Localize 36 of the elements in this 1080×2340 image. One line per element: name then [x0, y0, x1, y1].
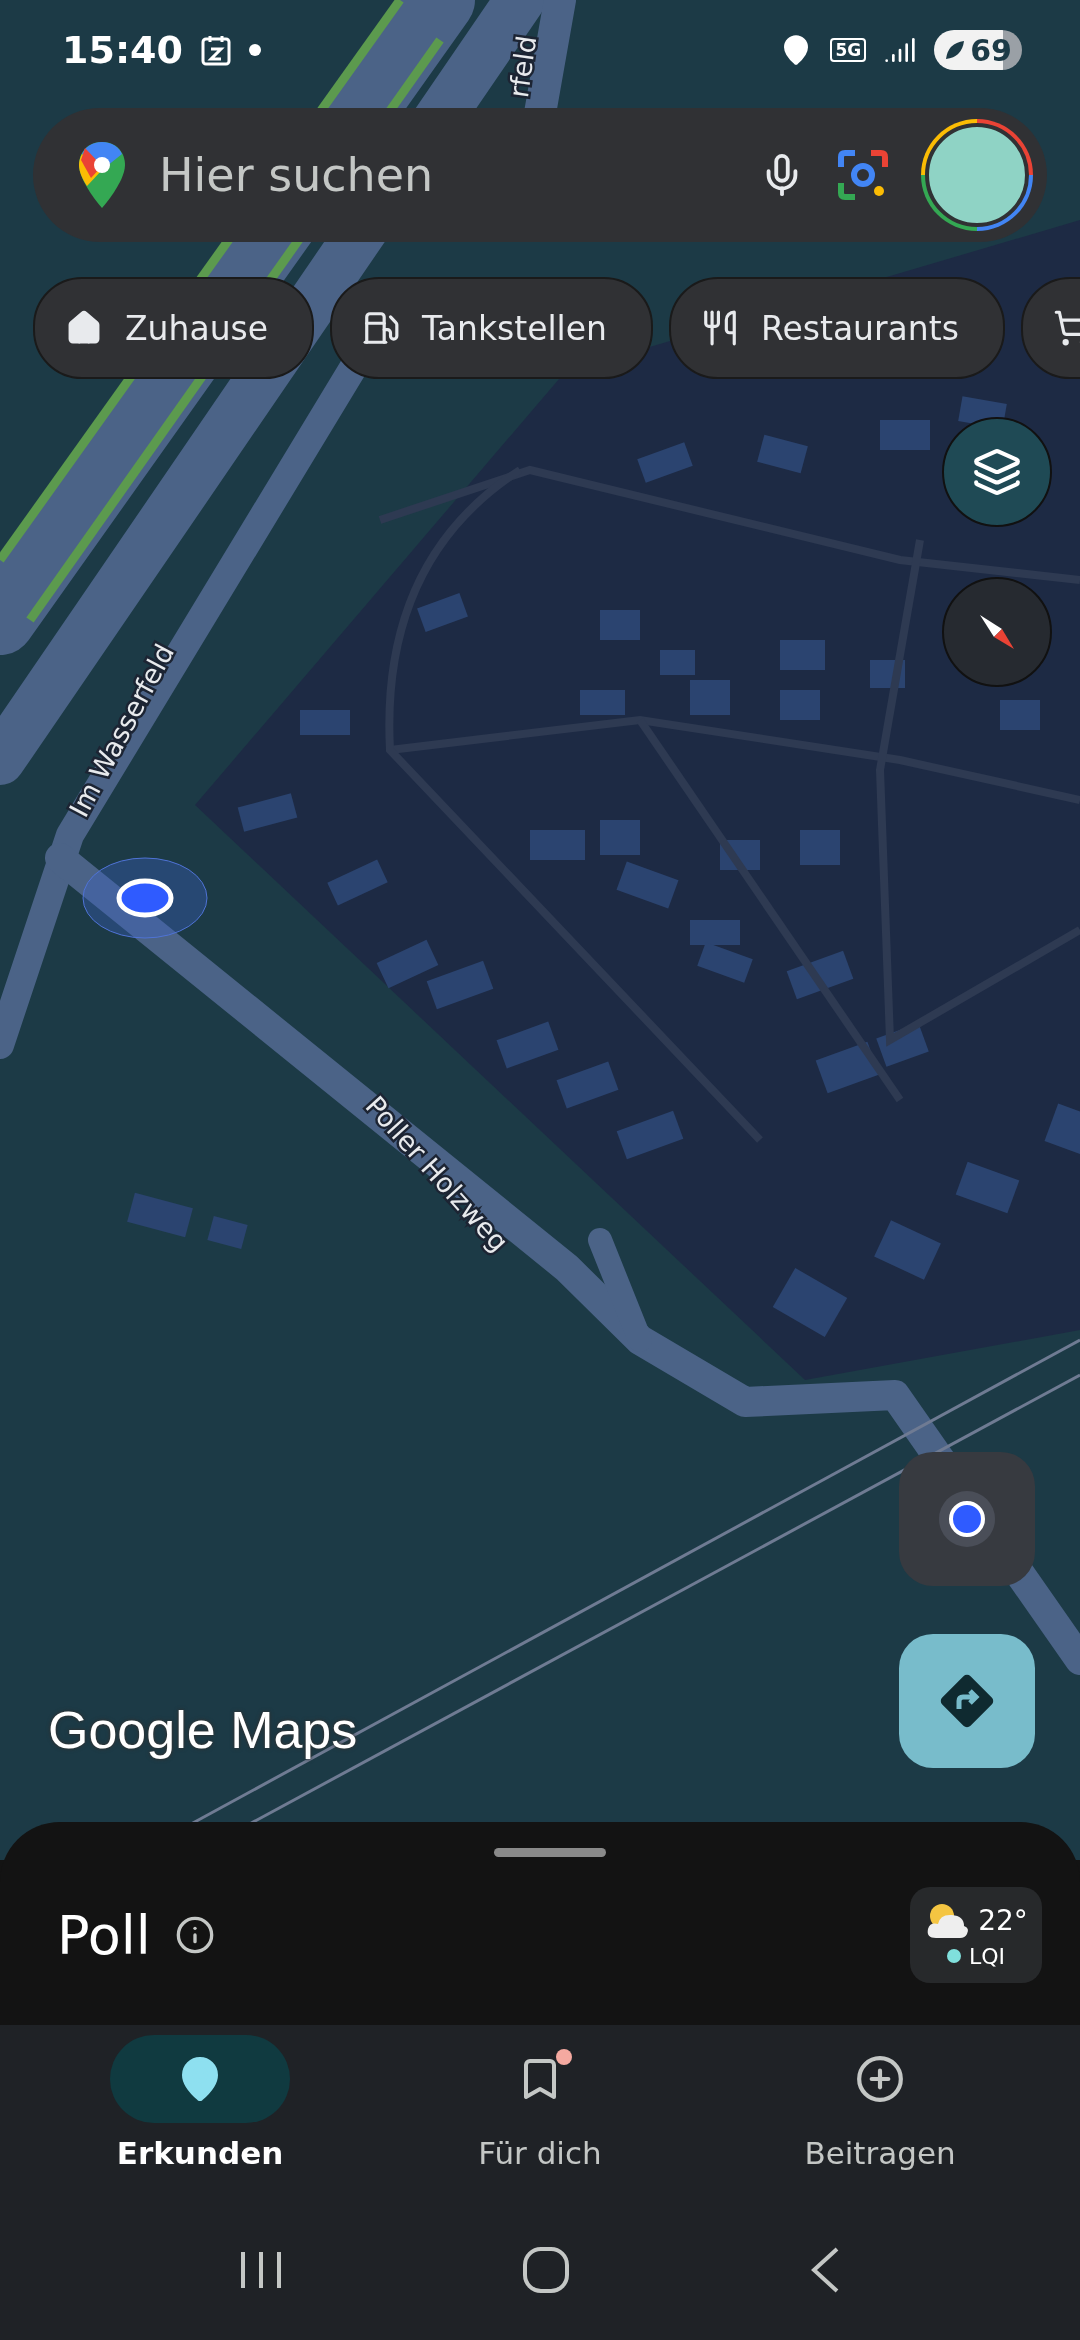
my-location-button[interactable]	[899, 1452, 1035, 1586]
dot-icon	[248, 44, 261, 56]
status-time: 15:40	[62, 28, 183, 72]
plus-circle-icon	[855, 2054, 905, 2104]
location-dot-icon	[82, 857, 208, 939]
network-type: 5G	[830, 38, 867, 62]
air-quality-label: LQI	[968, 1943, 1006, 1969]
battery-indicator: 69	[934, 30, 1022, 70]
air-quality-dot	[946, 1949, 961, 1963]
nav-label[interactable]: Beitragen	[804, 2135, 956, 2171]
camera-lens-icon[interactable]	[835, 147, 891, 203]
nav-label[interactable]: Erkunden	[116, 2135, 284, 2171]
recent-apps-icon[interactable]	[239, 2250, 284, 2290]
search-bar[interactable]: Hier suchen	[33, 108, 1047, 242]
map-logo: Google Maps	[48, 1700, 358, 1760]
search-field[interactable]: Hier suchen	[157, 147, 729, 203]
weather-card[interactable]: 22° LQI	[910, 1887, 1042, 1983]
home-button-icon[interactable]	[522, 2246, 570, 2294]
leaf-icon	[944, 39, 967, 61]
street-label: rfeld	[502, 33, 543, 100]
drag-handle[interactable]	[493, 1848, 606, 1857]
category-chip[interactable]: Tankstellen	[330, 277, 653, 379]
cart-icon	[1052, 309, 1080, 347]
fuel-pump-icon	[362, 309, 401, 347]
category-chip[interactable]: Restaurants	[669, 277, 1005, 379]
nav-label[interactable]: Für dich	[478, 2135, 602, 2171]
map-pin-logo-icon	[77, 140, 127, 210]
layers-icon	[972, 447, 1022, 497]
fork-knife-icon	[701, 309, 739, 347]
directions-button[interactable]	[899, 1634, 1035, 1768]
info-icon[interactable]	[174, 1915, 215, 1955]
temperature: 22°	[978, 1904, 1028, 1937]
location-target-icon	[937, 1489, 997, 1549]
category-chip[interactable]: Zuhause	[33, 277, 315, 379]
place-name: Poll	[57, 1903, 151, 1967]
calendar-icon	[200, 34, 231, 66]
